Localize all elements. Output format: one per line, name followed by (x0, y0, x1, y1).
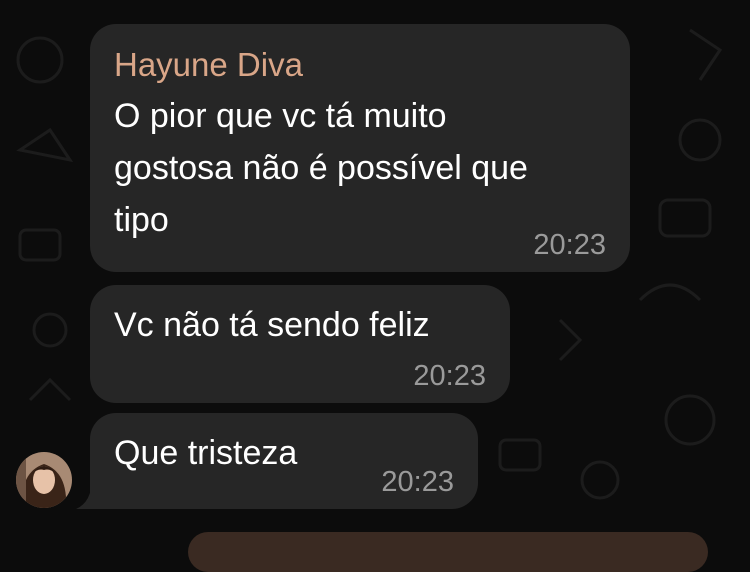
outgoing-message-peek (188, 532, 708, 572)
message-bubble[interactable]: Hayune Diva O pior que vc tá muito gosto… (90, 24, 630, 272)
sender-name[interactable]: Hayune Diva (114, 46, 303, 84)
message-bubble[interactable]: Vc não tá sendo feliz 20:23 (90, 285, 510, 403)
message-time: 20:23 (533, 229, 606, 261)
avatar[interactable] (16, 452, 72, 508)
message-text: Vc não tá sendo feliz (114, 306, 430, 344)
message-text: O pior que vc tá muito gostosa não é pos… (114, 97, 528, 239)
message-bubble[interactable]: Que tristeza 20:23 (90, 413, 478, 509)
message-text: Que tristeza (114, 434, 298, 472)
message-time: 20:23 (381, 466, 454, 498)
avatar-icon (16, 452, 72, 508)
message-time: 20:23 (413, 360, 486, 392)
